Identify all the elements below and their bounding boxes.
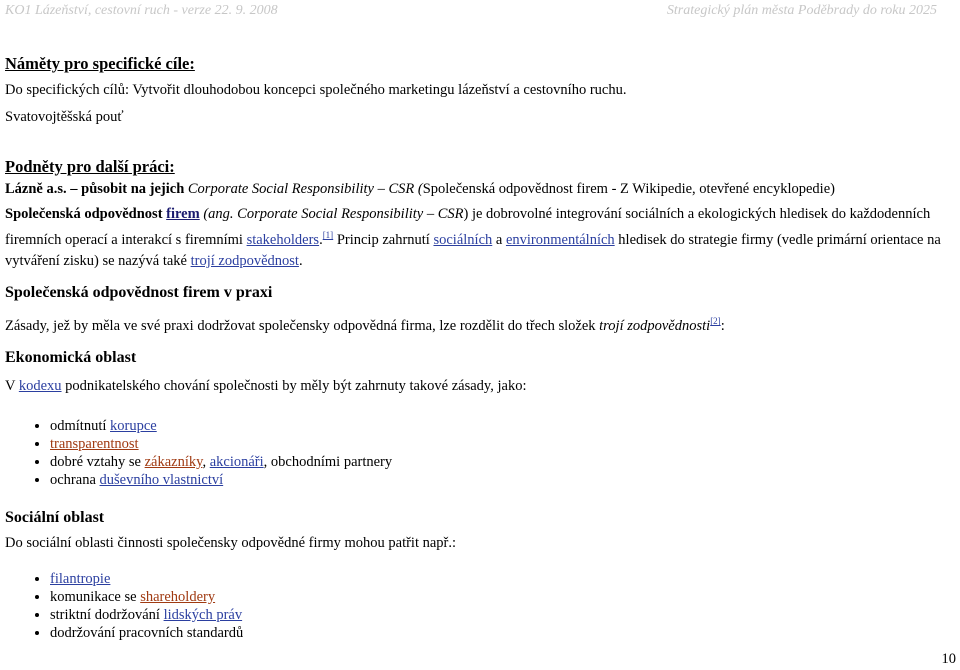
namety-line1: Do specifických cílů: Vytvořit dlouhodob… [5, 82, 627, 98]
lidska-prava-link[interactable]: lidských práv [164, 607, 243, 623]
zakazniky-link[interactable]: zákazníky [145, 454, 203, 470]
definition-term: Společenská odpovědnost [5, 206, 163, 222]
item-text: dodržování pracovních standardů [50, 624, 244, 641]
header-right-text: Strategický plán města Poděbrady do roku… [666, 3, 937, 18]
praxe-colon: : [720, 317, 725, 334]
page-header: KO1 Lázeňství, cestovní ruch - verze 22.… [0, 0, 960, 22]
stakeholders-link[interactable]: stakeholders [247, 232, 319, 248]
environmentalnich-link[interactable]: environmentálních [506, 232, 615, 248]
namety-heading: Náměty pro specifické cíle: [5, 54, 195, 73]
definition-paragraph: Společenská odpovědnost firem (ang. Corp… [5, 204, 955, 272]
praxe-text: Zásady, jež by měla ve své praxi dodržov… [5, 317, 600, 334]
socialni-heading: Sociální oblast [5, 508, 105, 526]
item-text: , obchodními partnery [263, 453, 393, 470]
list-item: ochrana duševního vlastnictví [50, 471, 955, 489]
list-item: dodržování pracovních standardů [50, 624, 955, 642]
troji-zodpovednost-link[interactable]: trojí zodpovědnost [191, 253, 299, 269]
header-left-text: KO1 Lázeňství, cestovní ruch - verze 22.… [5, 3, 278, 18]
firem-link[interactable]: firem [166, 206, 200, 222]
akcionari-link[interactable]: akcionáři [210, 454, 264, 470]
definition-text2: Princip zahrnutí [333, 231, 434, 248]
list-item: transparentnost [50, 435, 955, 453]
podnety-line: Lázně a.s. – působit na jejich Corporate… [5, 179, 955, 200]
socialni-list: filantropie komunikace se shareholdery s… [5, 570, 955, 642]
ekonomicka-intro-post: podnikatelského chování společnosti by m… [61, 377, 527, 394]
definition-ang: (ang. Corporate Social Responsibility – … [203, 206, 464, 222]
podnety-bold: Lázně a.s. – působit na jejich [5, 181, 185, 197]
kodexu-link[interactable]: kodexu [19, 378, 62, 394]
ekonomicka-intro-pre: V [5, 377, 19, 394]
korupce-link[interactable]: korupce [110, 418, 157, 434]
list-item: striktní dodržování lidských práv [50, 606, 955, 624]
praxe-paragraph: Zásady, jež by měla ve své praxi dodržov… [5, 311, 955, 337]
ref1-link[interactable]: [1] [323, 230, 334, 240]
podnety-italic: Corporate Social Responsibility – CSR ( [184, 181, 423, 197]
podnety-heading: Podněty pro další práci: [5, 157, 175, 176]
item-text: ochrana [50, 471, 100, 488]
shareholdery-link[interactable]: shareholdery [140, 589, 215, 605]
list-item: filantropie [50, 570, 955, 588]
transparentnost-link[interactable]: transparentnost [50, 436, 139, 452]
praxe-italic: trojí zodpovědnosti [599, 317, 711, 334]
document-content: Náměty pro specifické cíle: Do specifick… [5, 50, 955, 642]
item-text: dobré vztahy se [50, 453, 145, 470]
ekonomicka-intro: V kodexu podnikatelského chování společn… [5, 376, 955, 397]
ref2-link[interactable]: [2] [710, 316, 721, 326]
list-item: odmítnutí korupce [50, 417, 955, 435]
ekonomicka-list: odmítnutí korupce transparentnost dobré … [5, 417, 955, 489]
socialni-intro: Do sociální oblasti činnosti společensky… [5, 534, 457, 551]
item-sep: , [202, 453, 210, 470]
item-text: odmítnutí [50, 417, 111, 434]
namety-line2: Svatovojtěšská pouť [5, 109, 124, 125]
ekonomicka-heading: Ekonomická oblast [5, 348, 137, 366]
item-text: striktní dodržování [50, 606, 164, 623]
socialnich-link[interactable]: sociálních [433, 232, 492, 248]
dusevni-vlastnictvi-link[interactable]: duševního vlastnictví [100, 472, 224, 488]
definition-end: . [298, 252, 303, 269]
definition-a: a [492, 231, 506, 248]
item-text: komunikace se [50, 588, 141, 605]
page-number: 10 [941, 651, 957, 667]
list-item: dobré vztahy se zákazníky, akcionáři, ob… [50, 453, 955, 471]
list-item: komunikace se shareholdery [50, 588, 955, 606]
filantropie-link[interactable]: filantropie [50, 571, 110, 587]
podnety-rest: Společenská odpovědnost firem - Z Wikipe… [422, 181, 835, 197]
praxe-heading: Společenská odpovědnost firem v praxi [5, 283, 273, 301]
